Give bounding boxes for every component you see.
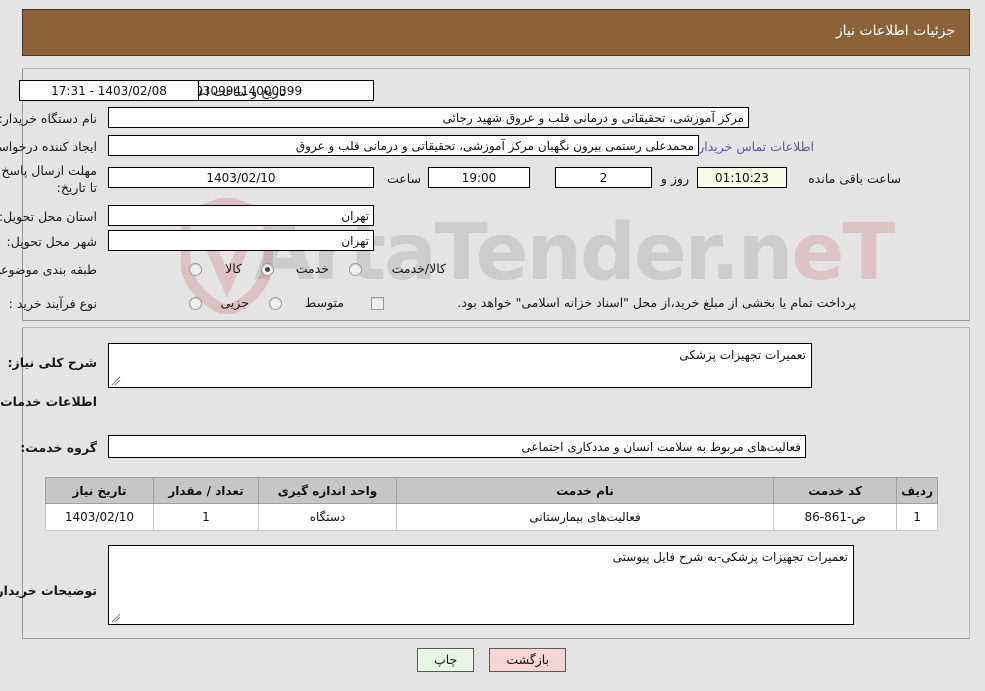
table-header-row: ردیف کد خدمت نام خدمت واحد اندازه گیری ت… <box>46 477 939 504</box>
table-row: 1 ص-861-86 فعالیت‌های بیمارستانی دستگاه … <box>46 503 939 531</box>
province-value: تهران <box>109 205 375 226</box>
footer-button-bar: بازگشت چاپ <box>0 648 985 672</box>
need-summary-panel <box>23 68 971 321</box>
countdown-value: 01:10:23 <box>698 167 788 188</box>
th-quantity: تعداد / مقدار <box>154 477 260 504</box>
print-button[interactable]: چاپ <box>417 648 476 672</box>
cell-unit: دستگاه <box>259 503 398 531</box>
province-label: استان محل تحویل: <box>0 209 98 224</box>
deadline-date-value: 1403/02/10 <box>109 167 375 188</box>
buyer-notes-label: توضیحات خریدار: <box>0 583 98 598</box>
radio-category-kala[interactable] <box>190 263 203 276</box>
radio-purchase-motavaset-label: متوسط <box>305 295 345 310</box>
days-value: 2 <box>556 167 653 188</box>
radio-category-kala-khedmat-label: کالا/خدمت <box>392 261 447 276</box>
general-desc-value: تعمیرات تجهیزات پزشکی <box>680 348 807 362</box>
radio-category-kala-khedmat[interactable] <box>350 263 363 276</box>
category-label: طبقه بندی موضوعی: <box>0 262 98 277</box>
buyer-contact-link[interactable]: اطلاعات تماس خریدار <box>699 139 815 154</box>
treasury-payment-checkbox[interactable] <box>372 297 385 310</box>
th-service-code: کد خدمت <box>774 477 899 504</box>
back-button[interactable]: بازگشت <box>490 648 568 672</box>
requester-value: محمدعلی رستمی بیرون نگهبان مرکز آموزشی، … <box>109 135 700 156</box>
buyer-org-label: نام دستگاه خریدار: <box>0 111 98 126</box>
radio-category-kala-label: کالا <box>226 261 243 276</box>
buyer-notes-value: تعمیرات تجهیزات پزشکی-به شرح فایل پیوستی <box>613 550 849 564</box>
th-service-name: نام خدمت <box>396 477 776 504</box>
th-need-date: تاریخ نیاز <box>46 477 155 504</box>
cell-service-code: ص-861-86 <box>774 503 899 531</box>
radio-category-khedmat-label: خدمت <box>296 261 330 276</box>
days-and-label: روز و <box>661 171 690 186</box>
treasury-payment-label: پرداخت تمام یا بخشی از مبلغ خرید،از محل … <box>458 295 857 310</box>
purchase-type-label: نوع فرآیند خرید : <box>9 296 98 311</box>
th-row-no: ردیف <box>897 477 939 504</box>
radio-purchase-motavaset[interactable] <box>270 297 283 310</box>
service-group-label: گروه خدمت: <box>21 440 98 455</box>
announce-datetime-value: 1403/02/08 - 17:31 <box>20 80 200 101</box>
cell-row-no: 1 <box>897 503 939 531</box>
radio-purchase-jozi[interactable] <box>190 297 203 310</box>
remaining-suffix-label: ساعت باقی مانده <box>809 171 902 186</box>
page-header: جزئیات اطلاعات نیاز <box>23 9 971 56</box>
city-label: شهر محل تحویل: <box>7 234 98 249</box>
radio-category-khedmat[interactable] <box>262 263 275 276</box>
general-desc-textarea[interactable]: تعمیرات تجهیزات پزشکی <box>109 343 813 388</box>
time-value: 19:00 <box>429 167 531 188</box>
services-info-heading: اطلاعات خدمات مورد نیاز <box>0 394 98 409</box>
cell-quantity: 1 <box>154 503 260 531</box>
service-group-value: فعالیت‌های مربوط به سلامت انسان و مددکار… <box>109 435 807 458</box>
requester-label: ایجاد کننده درخواست: <box>0 139 98 154</box>
city-value: تهران <box>109 230 375 251</box>
time-label: ساعت <box>387 171 422 186</box>
th-unit: واحد اندازه گیری <box>259 477 398 504</box>
page-title: جزئیات اطلاعات نیاز <box>836 23 956 39</box>
resize-grip-icon-notes[interactable] <box>112 613 122 623</box>
services-table: ردیف کد خدمت نام خدمت واحد اندازه گیری ت… <box>46 477 939 531</box>
cell-service-name: فعالیت‌های بیمارستانی <box>396 503 776 531</box>
resize-grip-icon[interactable] <box>112 376 122 386</box>
general-desc-label: شرح کلی نیاز: <box>8 355 98 370</box>
radio-purchase-jozi-label: جزیی <box>221 295 250 310</box>
cell-need-date: 1403/02/10 <box>46 503 155 531</box>
deadline-label: مهلت ارسال پاسخ: تا تاریخ: <box>0 163 98 195</box>
buyer-org-value: مرکز آموزشی، تحقیقاتی و درمانی قلب و عرو… <box>109 107 750 128</box>
buyer-notes-textarea[interactable]: تعمیرات تجهیزات پزشکی-به شرح فایل پیوستی <box>109 545 855 625</box>
